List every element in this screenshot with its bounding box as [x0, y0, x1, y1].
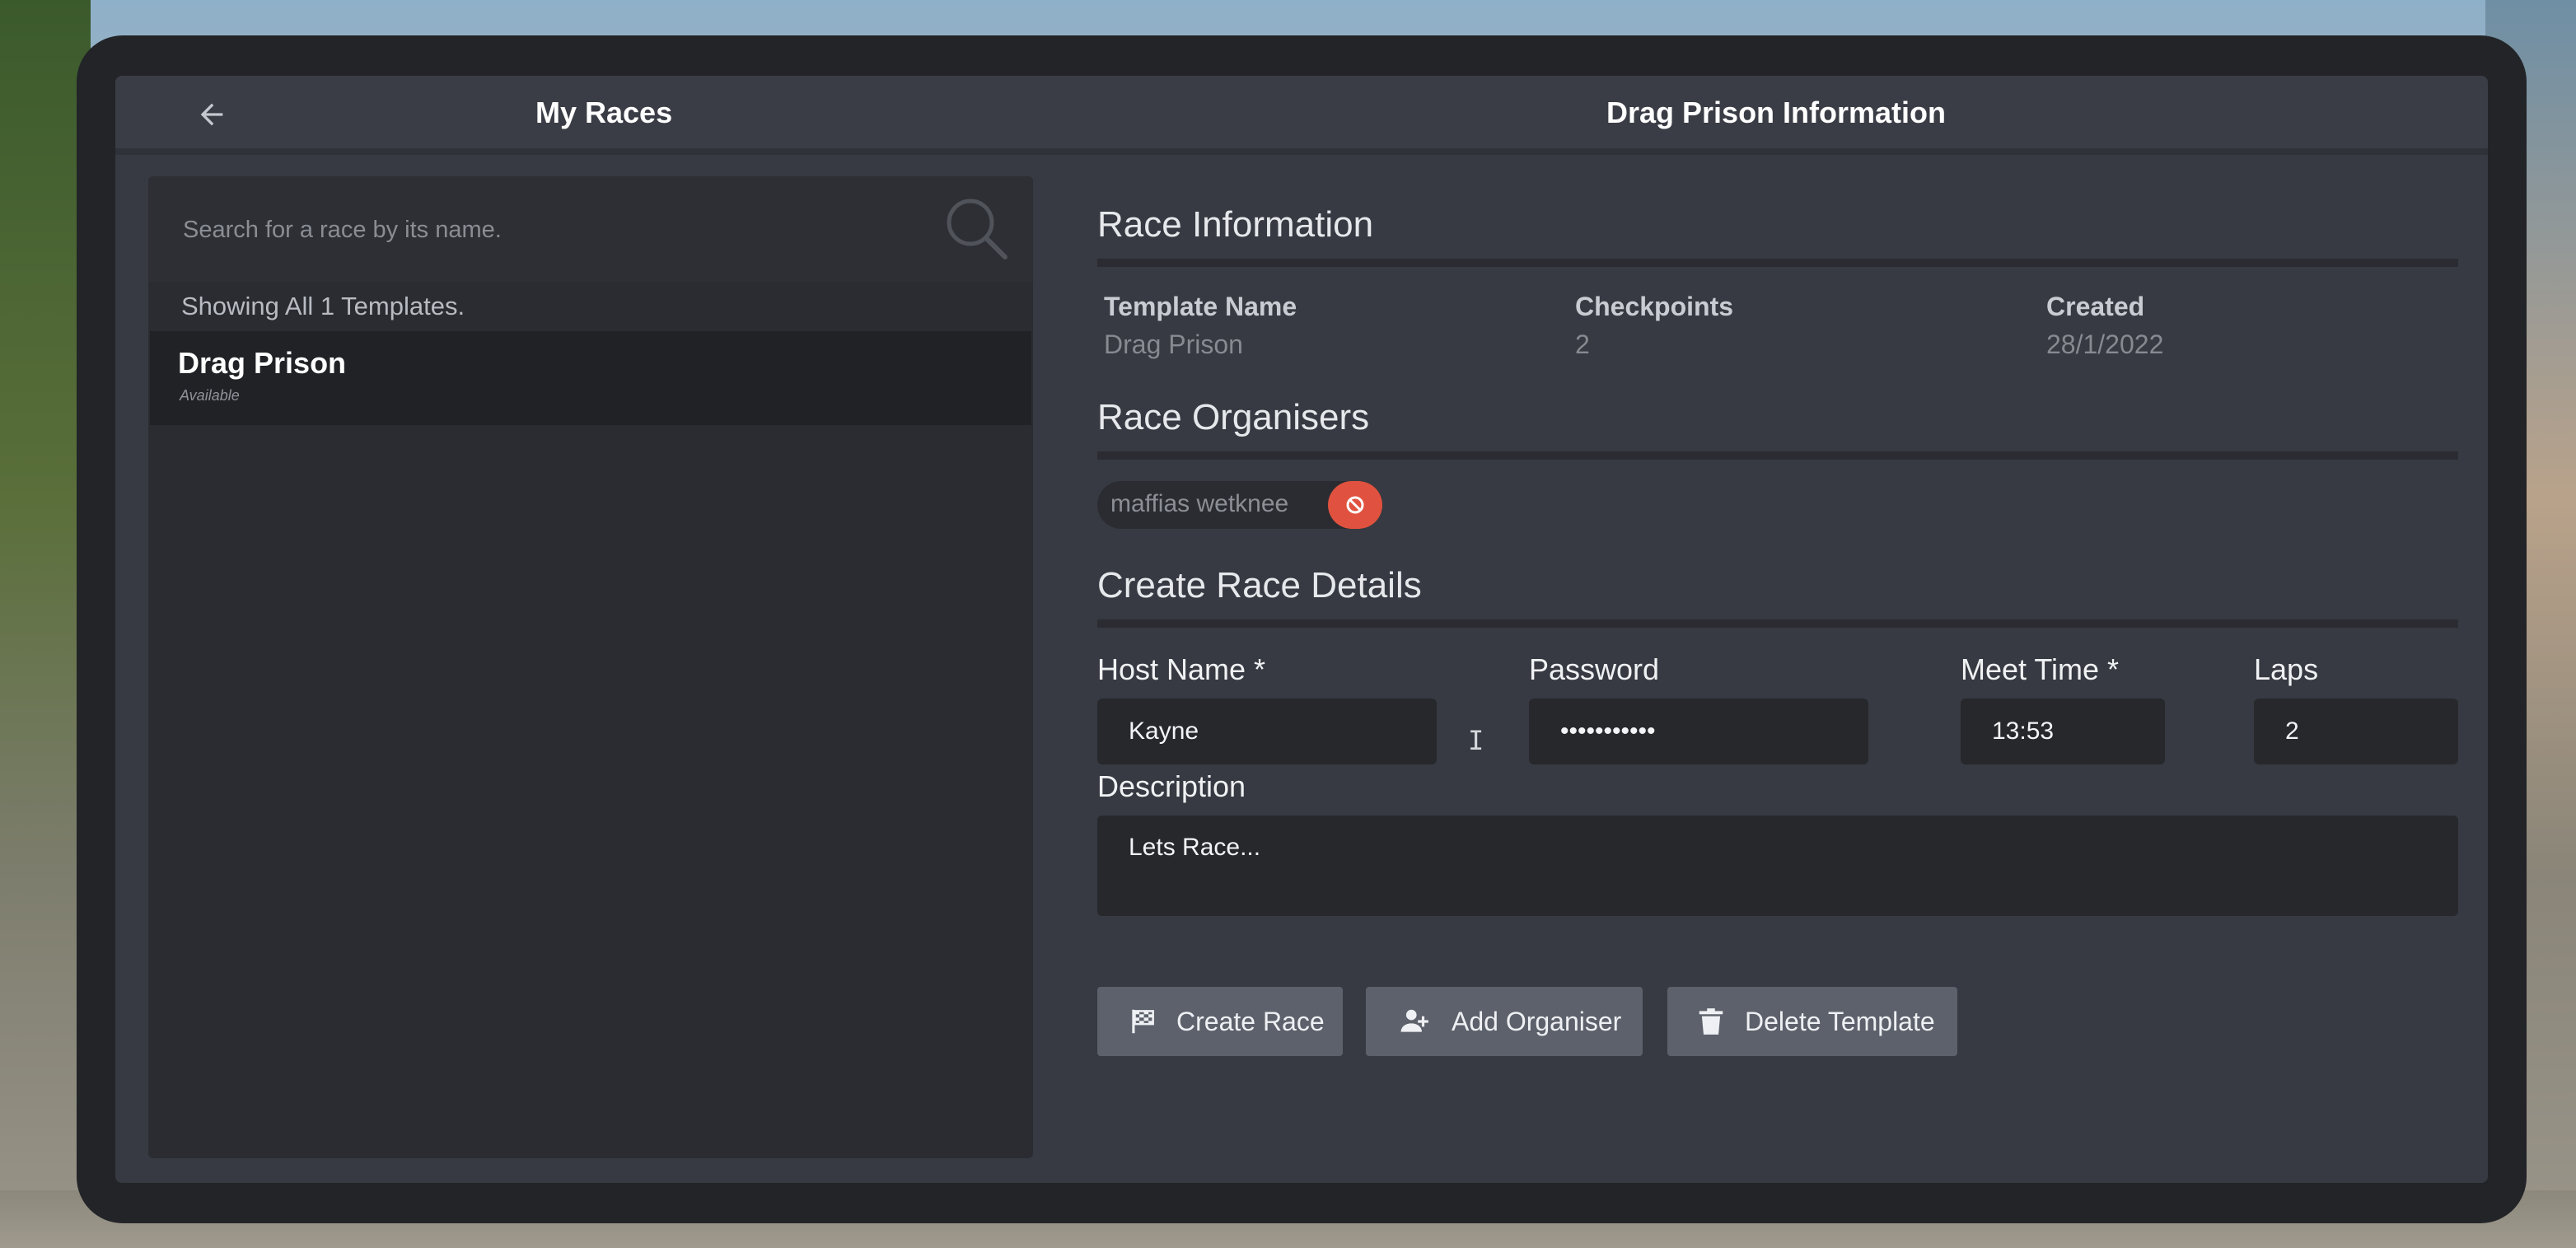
description-input[interactable]: Lets Race... [1097, 816, 2458, 916]
text-cursor-icon: I [1468, 725, 1484, 756]
description-label: Description [1097, 769, 1246, 803]
section-divider [1097, 259, 2458, 267]
ban-icon [1346, 496, 1364, 514]
back-button[interactable] [189, 92, 234, 137]
list-item-status: Available [180, 387, 240, 404]
host-name-label: Host Name * [1097, 652, 1266, 686]
races-panel: My Races Drag Prison Information Showing… [115, 76, 2488, 1183]
search-input[interactable] [181, 204, 926, 255]
search-icon[interactable] [942, 194, 1012, 264]
template-name-value: Drag Prison [1104, 330, 1243, 359]
laps-input[interactable] [2254, 699, 2458, 764]
delete-template-label: Delete Template [1745, 1006, 1935, 1036]
host-name-input[interactable] [1097, 699, 1437, 764]
section-divider [1097, 451, 2458, 460]
checkpoints-label: Checkpoints [1575, 292, 1734, 321]
my-races-title: My Races [535, 96, 673, 129]
password-input[interactable] [1529, 699, 1868, 764]
created-label: Created [2046, 292, 2145, 321]
remove-organiser-button[interactable] [1328, 481, 1382, 529]
create-race-button[interactable]: Create Race [1097, 987, 1343, 1056]
template-name-label: Template Name [1104, 292, 1297, 321]
race-organisers-heading: Race Organisers [1097, 397, 1370, 437]
meet-time-label: Meet Time * [1961, 652, 2120, 686]
add-organiser-button[interactable]: Add Organiser [1366, 987, 1643, 1056]
race-information-heading: Race Information [1097, 204, 1374, 245]
delete-template-button[interactable]: Delete Template [1667, 987, 1957, 1056]
trash-icon [1699, 1008, 1723, 1035]
password-label: Password [1529, 652, 1660, 686]
organiser-name: maffias wetknee [1110, 490, 1289, 517]
add-organiser-label: Add Organiser [1452, 1006, 1622, 1036]
user-plus-icon [1400, 1009, 1428, 1032]
created-value: 28/1/2022 [2046, 330, 2164, 359]
laps-label: Laps [2254, 652, 2319, 686]
create-race-details-heading: Create Race Details [1097, 565, 1422, 605]
template-count: Showing All 1 Templates. [181, 292, 465, 320]
panel-header: My Races Drag Prison Information [115, 76, 2488, 155]
search-bar [148, 176, 1033, 282]
section-divider [1097, 619, 2458, 628]
checkpoints-value: 2 [1575, 330, 1590, 359]
organiser-chip: maffias wetknee [1097, 481, 1382, 529]
list-item-title: Drag Prison [178, 346, 347, 380]
race-list-pane: Showing All 1 Templates. Drag Prison Ava… [148, 176, 1033, 1158]
race-information-title: Drag Prison Information [1606, 96, 1947, 129]
arrow-left-icon [200, 103, 223, 126]
checkered-flag-icon [1132, 1009, 1154, 1034]
list-item[interactable]: Drag Prison Available [150, 331, 1031, 425]
tablet-frame: My Races Drag Prison Information Showing… [77, 35, 2527, 1223]
meet-time-input[interactable] [1961, 699, 2165, 764]
create-race-label: Create Race [1176, 1006, 1325, 1036]
